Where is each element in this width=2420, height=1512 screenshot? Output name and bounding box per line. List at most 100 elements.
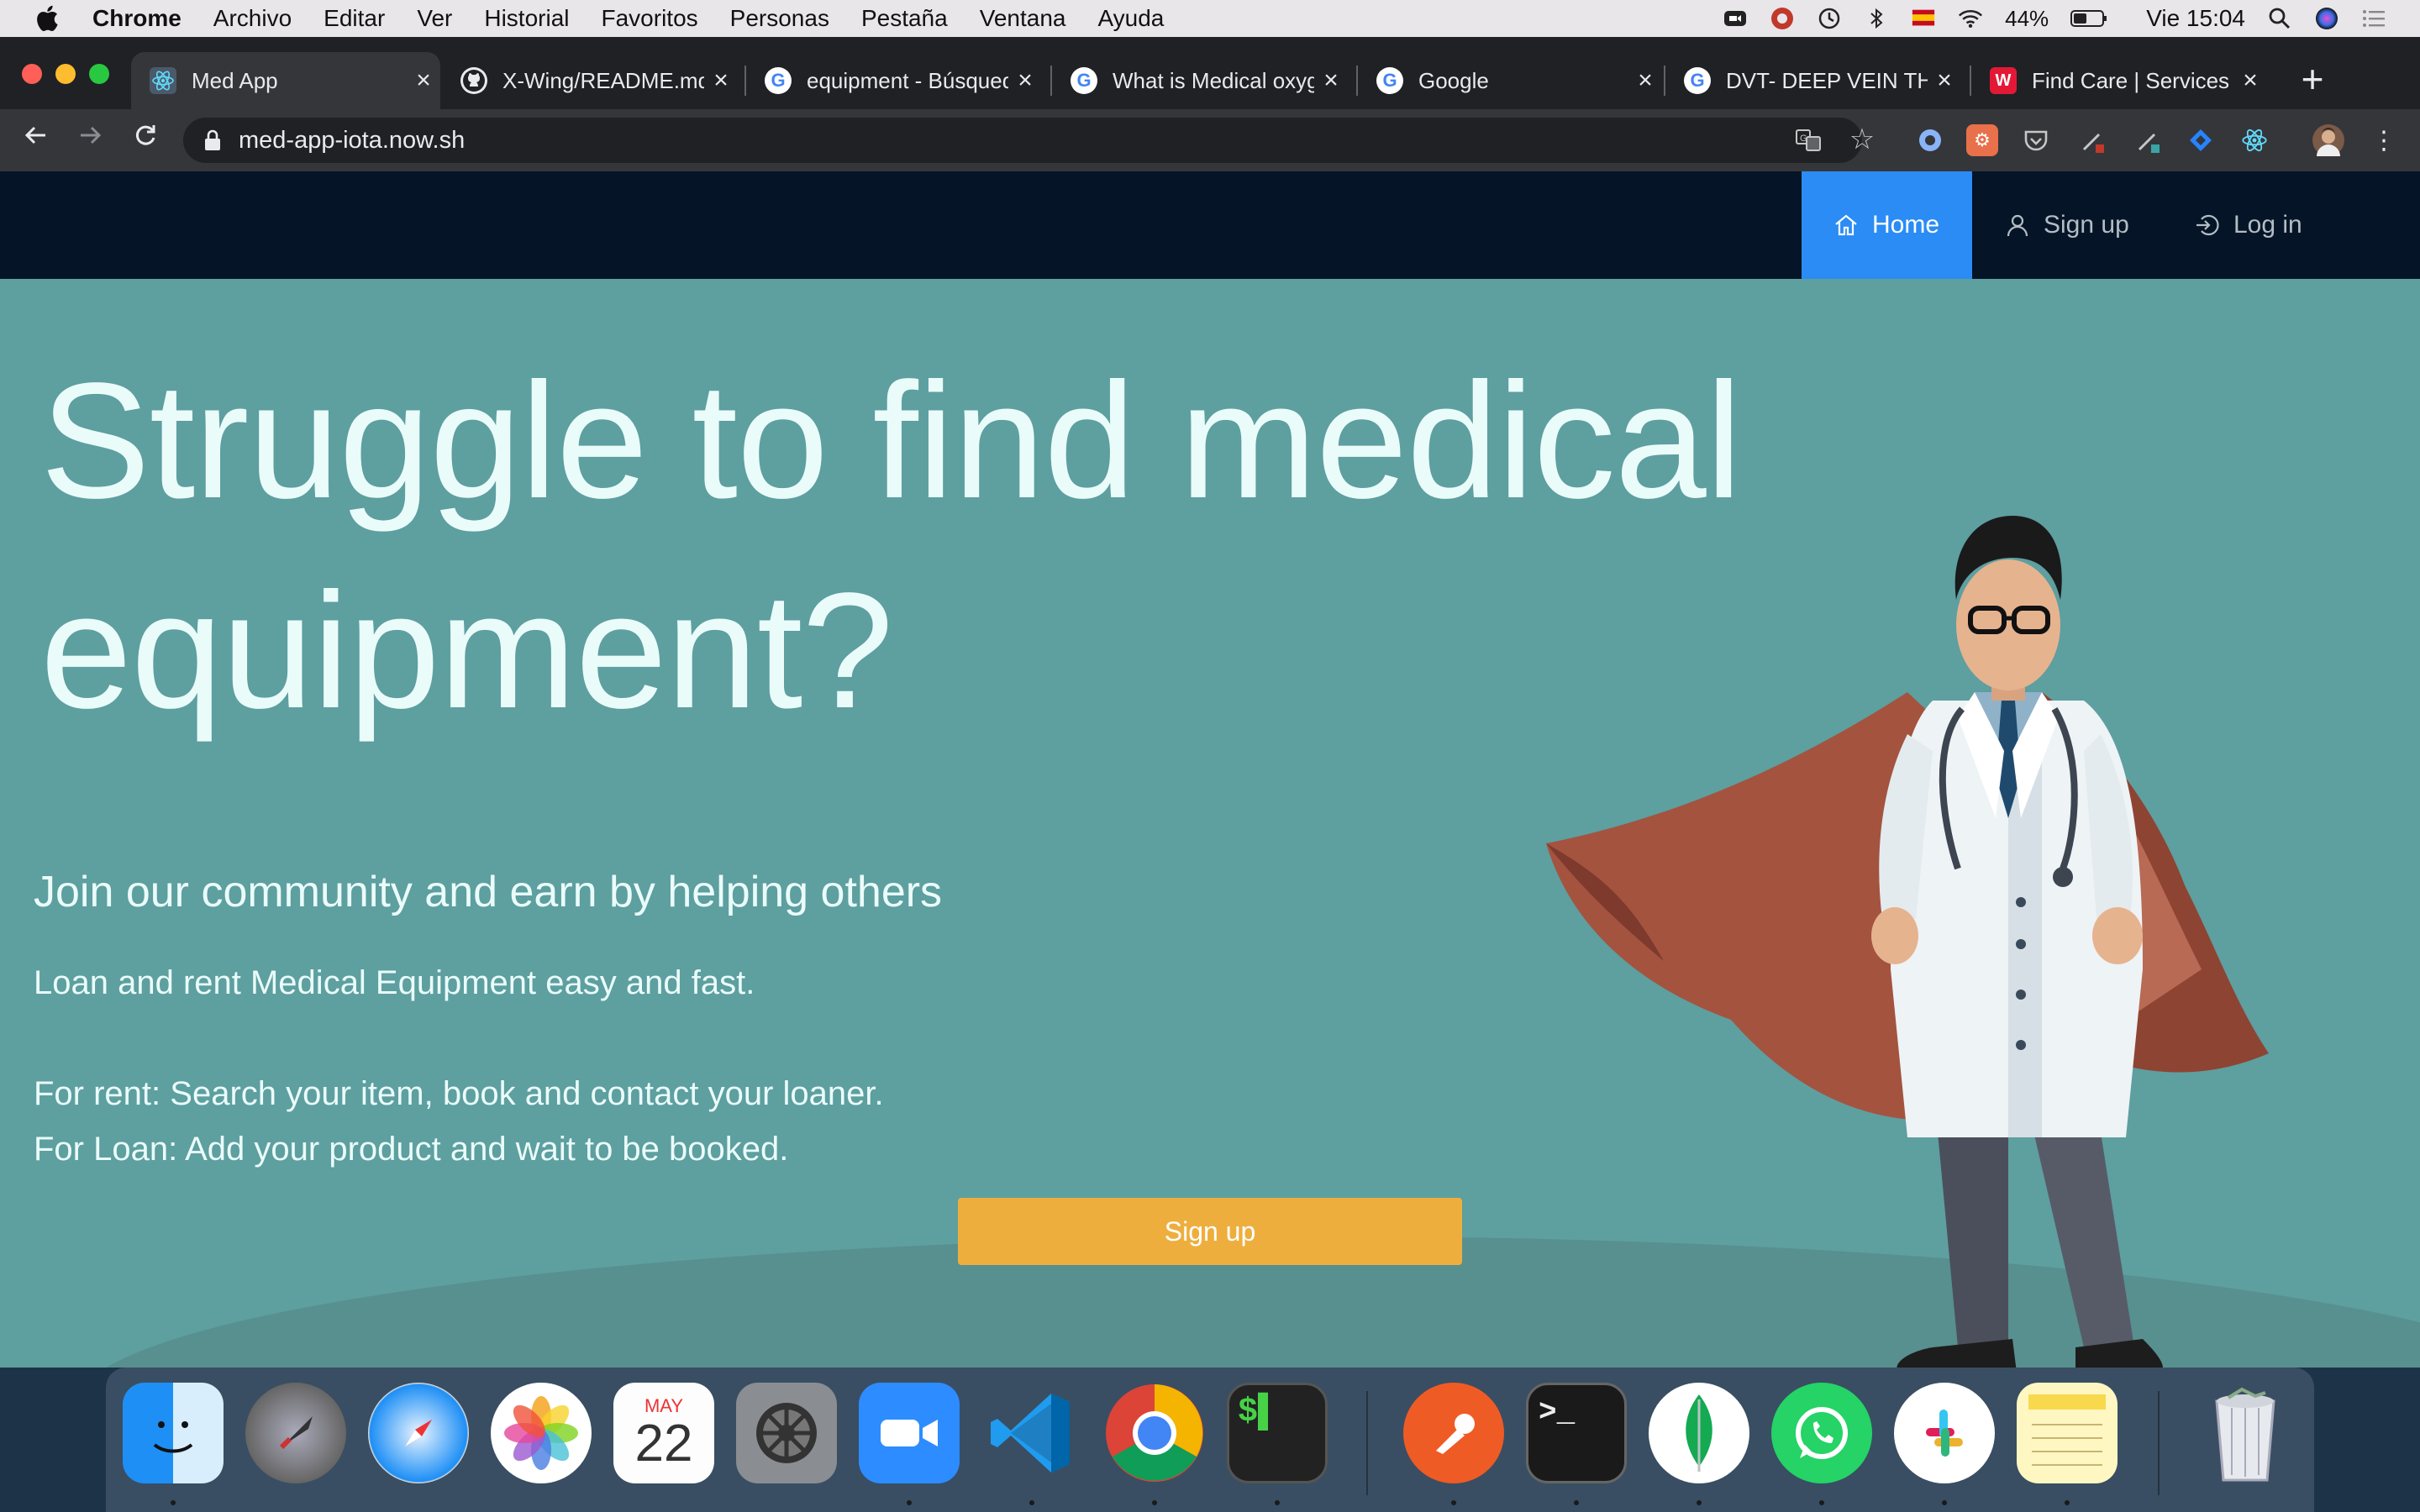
- system-preferences-icon[interactable]: [736, 1383, 837, 1483]
- superhero-doctor-illustration: [1546, 516, 2269, 1368]
- bluetooth-icon[interactable]: [1864, 6, 1889, 31]
- hero-title: Struggle to find medical equipment?: [40, 336, 1763, 756]
- tab-medical-oxygen[interactable]: G What is Medical oxygen ×: [1052, 52, 1348, 109]
- tab-med-app[interactable]: Med App ×: [131, 52, 440, 109]
- postman-icon[interactable]: [1403, 1383, 1504, 1483]
- tab-find-care[interactable]: W Find Care | Services ×: [1971, 52, 2267, 109]
- back-arrow-icon[interactable]: [17, 121, 55, 160]
- extension-circle-icon[interactable]: [1914, 124, 1946, 156]
- tab-title: Find Care | Services: [2032, 67, 2230, 93]
- close-tab-icon[interactable]: ×: [407, 66, 440, 95]
- dock-separator: [2158, 1391, 2160, 1495]
- menu-editar[interactable]: Editar: [324, 5, 385, 32]
- mongodb-icon[interactable]: [1649, 1383, 1749, 1483]
- menu-ventana[interactable]: Ventana: [980, 5, 1066, 32]
- menu-app-name[interactable]: Chrome: [92, 5, 182, 32]
- close-window-button[interactable]: [22, 64, 42, 84]
- hero-signup-button[interactable]: Sign up: [958, 1198, 1462, 1265]
- extension-badge-icon[interactable]: ⚙: [1966, 124, 1998, 156]
- wifi-icon[interactable]: [1958, 6, 1983, 31]
- trash-icon[interactable]: [2195, 1383, 2296, 1483]
- react-icon: [150, 67, 176, 94]
- forward-arrow-icon[interactable]: [71, 121, 109, 160]
- photos-icon[interactable]: [491, 1383, 592, 1483]
- address-bar[interactable]: med-app-iota.now.sh G: [183, 118, 1862, 163]
- tab-google[interactable]: G Google ×: [1358, 52, 1662, 109]
- spotlight-search-icon[interactable]: [2267, 6, 2292, 31]
- reload-icon[interactable]: [126, 121, 165, 160]
- nav-login-link[interactable]: Log in: [2195, 171, 2302, 279]
- tab-xwing-readme[interactable]: X-Wing/README.md ×: [442, 52, 738, 109]
- menu-ayuda[interactable]: Ayuda: [1097, 5, 1164, 32]
- tab-dvt[interactable]: G DVT- DEEP VEIN THROMBOSIS ×: [1665, 52, 1961, 109]
- running-indicator: [2065, 1500, 2070, 1505]
- google-icon: G: [1376, 67, 1403, 94]
- menu-clock[interactable]: Vie 15:04: [2146, 5, 2245, 32]
- siri-icon[interactable]: [2314, 6, 2339, 31]
- minimize-window-button[interactable]: [55, 64, 76, 84]
- color-picker-icon[interactable]: [2077, 124, 2109, 156]
- close-tab-icon[interactable]: ×: [1314, 66, 1348, 95]
- close-tab-icon[interactable]: ×: [704, 66, 738, 95]
- menu-historial[interactable]: Historial: [484, 5, 569, 32]
- hero-line-loan-rent: Loan and rent Medical Equipment easy and…: [34, 964, 755, 1001]
- launchpad-icon[interactable]: [245, 1383, 346, 1483]
- lock-icon[interactable]: [203, 129, 222, 151]
- chrome-icon[interactable]: [1104, 1383, 1205, 1483]
- tab-equipment-busqueda[interactable]: G equipment - Búsqueda ×: [746, 52, 1042, 109]
- safari-icon[interactable]: [368, 1383, 469, 1483]
- whatsapp-icon[interactable]: [1771, 1383, 1872, 1483]
- site-navbar: Home Sign up Log in: [0, 171, 2420, 279]
- window-controls: [22, 64, 109, 84]
- web-page: Home Sign up Log in Struggle to find med…: [0, 171, 2420, 1368]
- jira-icon[interactable]: [2185, 124, 2217, 156]
- translate-icon[interactable]: G: [1795, 127, 1822, 154]
- nav-home-link[interactable]: Home: [1802, 171, 1972, 279]
- calendar-icon[interactable]: MAY 22: [613, 1383, 714, 1483]
- menu-favoritos[interactable]: Favoritos: [602, 5, 698, 32]
- chrome-menu-icon[interactable]: ⋮: [2368, 124, 2400, 156]
- slack-icon[interactable]: [1894, 1383, 1995, 1483]
- menu-personas[interactable]: Personas: [730, 5, 829, 32]
- battery-icon[interactable]: [2070, 6, 2107, 31]
- menu-bar: Chrome Archivo Editar Ver Historial Favo…: [0, 0, 2420, 37]
- pocket-icon[interactable]: [2020, 124, 2052, 156]
- creative-cloud-icon[interactable]: [1770, 6, 1795, 31]
- login-icon: [2196, 214, 2219, 236]
- close-tab-icon[interactable]: ×: [1928, 66, 1961, 95]
- terminal-dollar-icon[interactable]: $▌: [1227, 1383, 1328, 1483]
- react-devtools-icon[interactable]: [2238, 124, 2270, 156]
- finder-icon[interactable]: [123, 1383, 224, 1483]
- input-source-spain-flag-icon[interactable]: [1911, 6, 1936, 31]
- user-icon: [2007, 214, 2028, 237]
- google-icon: G: [765, 67, 792, 94]
- nav-signup-link[interactable]: Sign up: [2005, 171, 2129, 279]
- hero-title-line1: Struggle to find medical: [40, 349, 1742, 533]
- menu-archivo[interactable]: Archivo: [213, 5, 292, 32]
- zoom-window-button[interactable]: [89, 64, 109, 84]
- running-indicator: [1029, 1500, 1034, 1505]
- menu-ver[interactable]: Ver: [417, 5, 452, 32]
- bookmark-star-icon[interactable]: ☆: [1849, 125, 1876, 154]
- terminal-icon[interactable]: >_: [1526, 1383, 1627, 1483]
- running-indicator: [907, 1500, 912, 1505]
- profile-avatar[interactable]: [2312, 124, 2344, 156]
- close-tab-icon[interactable]: ×: [1008, 66, 1042, 95]
- address-url[interactable]: med-app-iota.now.sh: [239, 118, 465, 163]
- menu-pestana[interactable]: Pestaña: [861, 5, 948, 32]
- close-tab-icon[interactable]: ×: [2233, 66, 2267, 95]
- apple-logo-icon[interactable]: [34, 3, 64, 34]
- nav-home-label: Home: [1872, 211, 1940, 239]
- running-indicator: [1697, 1500, 1702, 1505]
- running-indicator: [1451, 1500, 1456, 1505]
- zoom-status-icon[interactable]: [1723, 6, 1748, 31]
- close-tab-icon[interactable]: ×: [1628, 66, 1662, 95]
- eyedropper-icon[interactable]: [2133, 124, 2165, 156]
- new-tab-plus-icon[interactable]: +: [2294, 57, 2331, 104]
- time-machine-icon[interactable]: [1817, 6, 1842, 31]
- zoom-icon[interactable]: [859, 1383, 960, 1483]
- vscode-icon[interactable]: [981, 1383, 1082, 1483]
- nav-signup-label: Sign up: [2044, 211, 2129, 239]
- notification-center-icon[interactable]: [2361, 6, 2386, 31]
- notes-icon[interactable]: [2017, 1383, 2118, 1483]
